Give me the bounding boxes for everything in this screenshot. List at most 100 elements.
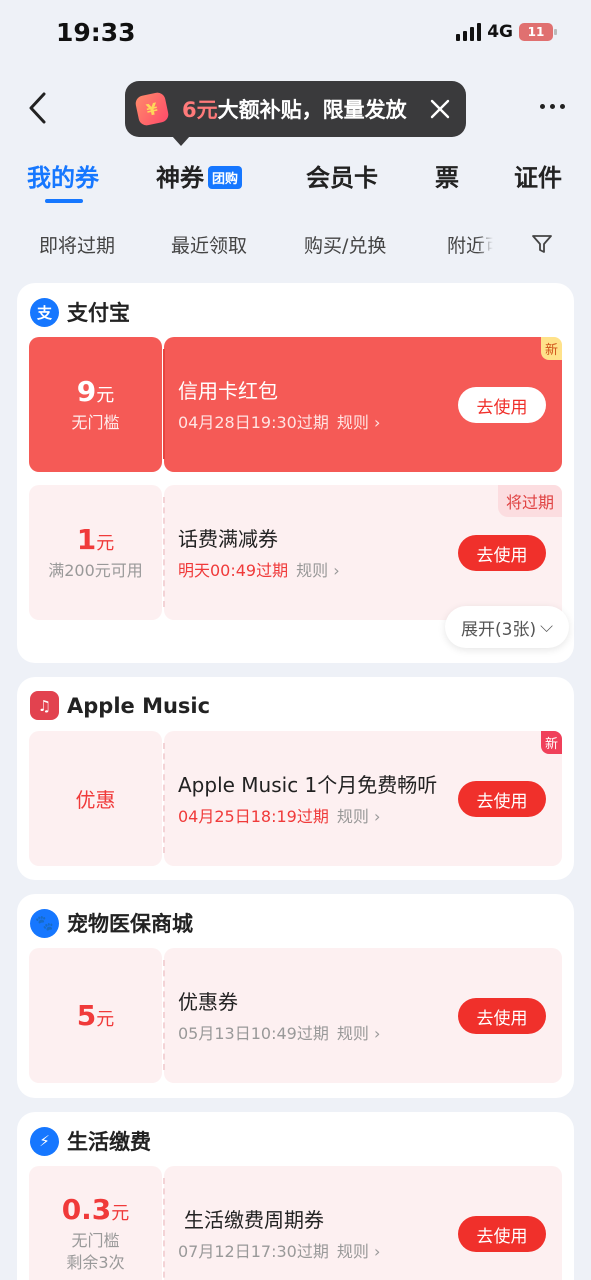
coupon-condition-line: 无门槛 [71,1231,120,1250]
merchant-card-utilities: ⚡ 生活缴费 0.3元 无门槛 剩余3次 生活缴费周期券 07月12日17:30过… [17,1112,574,1280]
coupon-apple-music[interactable]: 优惠 Apple Music 1个月免费畅听 04月25日18:19过期 规则 ›… [29,731,562,866]
merchant-name: Apple Music [67,693,211,718]
amount-number: 9 [76,375,97,408]
promo-text: 6元大额补贴，限量发放 [182,94,407,124]
more-button[interactable] [537,94,567,118]
chevron-right-icon: › [373,1024,381,1043]
coupon-expiry-line: 明天00:49过期 规则 › [178,557,340,581]
coupon-expiry-line: 05月13日10:49过期 规则 › [178,1020,380,1044]
group-buy-badge: 团购 [208,165,243,189]
coupon-detail: Apple Music 1个月免费畅听 04月25日18:19过期 规则 › 去使… [163,731,562,866]
battery-icon: 11 [519,23,557,41]
rule-link[interactable]: 规则 › [337,1024,381,1043]
tab-member-card[interactable]: 会员卡 [306,158,378,193]
expiring-tag: 将过期 [497,485,562,517]
active-tab-indicator [45,199,83,203]
music-note-icon: ♫ [30,691,59,720]
amount-number: 0.3 [61,1193,112,1226]
coupon-pet[interactable]: 5元 优惠券 05月13日10:49过期 规则 › 去使用 [29,948,562,1083]
coupon-amount: 9元 [77,375,114,408]
more-dot [549,103,555,109]
filter-funnel-icon[interactable] [530,232,554,256]
coupon-title: 生活缴费周期券 [184,1208,324,1232]
tab-documents[interactable]: 证件 [514,158,562,193]
close-icon [430,99,450,119]
amount-unit: 元 [96,533,115,554]
merchant-name: 宠物医保商城 [67,912,193,936]
tab-super-coupons[interactable]: 神券 团购 [156,158,243,193]
use-button[interactable]: 去使用 [458,998,546,1034]
rule-label: 规则 [336,413,369,432]
use-button[interactable]: 去使用 [458,1216,546,1252]
filter-recent[interactable]: 最近领取 [171,231,247,258]
tab-bar: 我的券 神券 团购 会员卡 票 证件 [0,158,591,208]
coupon-value: 1元 满200元可用 [29,485,162,620]
network-label: 4G [487,22,513,42]
status-bar: 19:33 4G 11 [0,0,591,66]
new-tag: 新 [540,731,562,754]
pet-icon: 🐾 [30,908,59,938]
tab-my-coupons[interactable]: 我的券 [27,158,99,193]
battery-level: 11 [527,25,545,39]
filter-nearby[interactable]: 附近可用 [447,231,493,258]
rule-link[interactable]: 规则 › [296,561,340,580]
new-tag: 新 [540,337,562,360]
coupon-amount: 0.3元 [62,1193,130,1226]
chevron-right-icon: › [333,561,340,580]
coupon-amount: 1元 [77,523,114,556]
merchant-name: 生活缴费 [67,1130,151,1154]
filter-expiring[interactable]: 即将过期 [39,231,115,258]
filter-purchase[interactable]: 购买/兑换 [304,231,386,258]
coupon-credit-card[interactable]: 9元 无门槛 信用卡红包 04月28日19:30过期 规则 › 去使用 新 [29,337,562,472]
rule-link[interactable]: 规则 › [337,1242,381,1261]
amount-unit: 元 [96,1009,115,1030]
coupon-expiry: 05月13日10:49过期 [178,1024,329,1043]
coupon-utilities[interactable]: 0.3元 无门槛 剩余3次 生活缴费周期券 07月12日17:30过期 规则 › 去… [29,1166,562,1280]
more-dot [559,103,565,109]
coupon-detail: 优惠券 05月13日10:49过期 规则 › 去使用 [163,948,562,1083]
chevron-left-icon [29,92,46,124]
expand-label: 展开(3张) [461,619,537,640]
use-button[interactable]: 去使用 [458,387,546,423]
coupon-expiry: 04月28日19:30过期 [178,413,329,432]
coupon-title: 话费满减券 [178,527,278,551]
coupon-amount: 优惠 [75,788,116,812]
tab-label: 神券 [156,164,204,192]
merchant-header: ⚡ 生活缴费 [30,1126,151,1156]
chevron-right-icon: › [373,807,381,826]
tab-tickets[interactable]: 票 [435,158,459,193]
rule-label: 规则 [336,1024,369,1043]
coupon-value: 9元 无门槛 [29,337,162,472]
coupon-phone-bill[interactable]: 1元 满200元可用 话费满减券 明天00:49过期 规则 › 去使用 将过期 [29,485,562,620]
use-button[interactable]: 去使用 [458,535,546,571]
alipay-icon: 支 [30,297,59,327]
rule-link[interactable]: 规则 › [337,413,381,432]
back-button[interactable] [24,88,54,128]
lightning-icon: ⚡ [30,1126,59,1156]
merchant-header: ♫ Apple Music [30,691,210,720]
status-indicators: 4G 11 [456,22,557,42]
promo-highlight: 6元 [182,98,218,122]
merchant-name: 支付宝 [67,301,130,325]
coupon-amount: 5元 [77,999,114,1032]
promo-banner[interactable]: ¥ 6元大额补贴，限量发放 [125,81,466,146]
coupon-expiry-line: 04月28日19:30过期 规则 › [178,409,380,433]
coupon-expiry: 07月12日17:30过期 [178,1242,329,1261]
use-button[interactable]: 去使用 [458,781,546,817]
rule-link[interactable]: 规则 › [337,807,381,826]
coupon-expiry: 明天00:49过期 [178,561,289,580]
coupon-value: 优惠 [29,731,162,866]
amount-unit: 元 [111,1203,130,1224]
coupon-title: 信用卡红包 [178,379,278,403]
coupon-value: 0.3元 无门槛 剩余3次 [29,1166,162,1280]
expand-button[interactable]: 展开(3张) ⌵ [445,606,569,648]
filter-bar: 即将过期 最近领取 购买/兑换 附近可用 [0,231,591,261]
signal-icon [456,23,482,41]
promo-close-button[interactable] [429,98,451,120]
merchant-header: 🐾 宠物医保商城 [30,908,193,938]
rule-label: 规则 [296,561,329,580]
more-dot [539,103,545,109]
rule-label: 规则 [336,807,369,826]
promo-message: 大额补贴，限量发放 [217,98,407,122]
coupon-expiry-line: 04月25日18:19过期 规则 › [178,803,380,827]
